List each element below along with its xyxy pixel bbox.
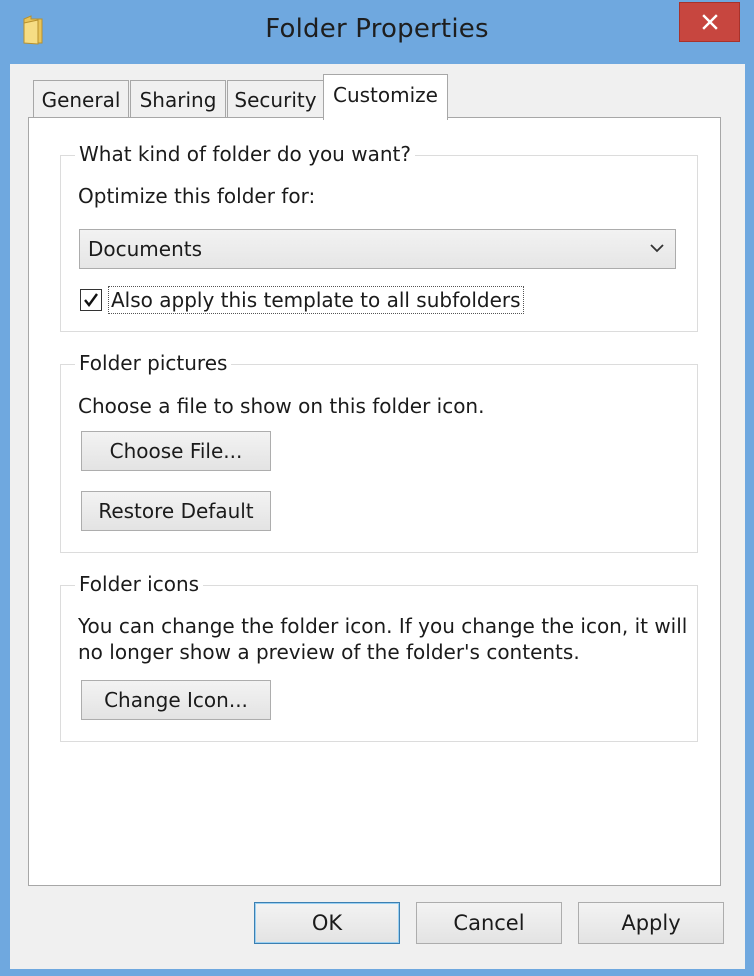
button-label: Change Icon... xyxy=(104,688,248,712)
change-icon-button[interactable]: Change Icon... xyxy=(81,680,271,720)
checkmark-icon xyxy=(84,293,98,307)
group-title: What kind of folder do you want? xyxy=(75,142,415,166)
restore-default-button[interactable]: Restore Default xyxy=(81,491,271,531)
close-button[interactable] xyxy=(679,2,740,42)
group-title: Folder icons xyxy=(75,572,204,596)
folder-pictures-description: Choose a file to show on this folder ico… xyxy=(78,394,485,418)
tab-security[interactable]: Security xyxy=(227,80,324,118)
optimize-label: Optimize this folder for: xyxy=(78,184,316,208)
folder-icons-description-line-2: no longer show a preview of the folder's… xyxy=(78,640,580,664)
cancel-button[interactable]: Cancel xyxy=(416,902,562,944)
chevron-down-icon xyxy=(650,244,664,253)
tab-general[interactable]: General xyxy=(33,80,129,118)
properties-window: Folder Properties General Sharing Securi… xyxy=(0,0,754,976)
customize-tab-panel: What kind of folder do you want? Optimiz… xyxy=(28,117,721,886)
tab-label: General xyxy=(41,87,121,112)
button-label: Apply xyxy=(621,911,681,935)
button-label: Restore Default xyxy=(98,499,254,523)
choose-file-button[interactable]: Choose File... xyxy=(81,431,271,471)
tab-sharing[interactable]: Sharing xyxy=(130,80,226,118)
ok-button[interactable]: OK xyxy=(254,902,400,944)
dropdown-value: Documents xyxy=(88,237,203,261)
tab-label: Sharing xyxy=(139,87,217,112)
subfolders-checkbox-label[interactable]: Also apply this template to all subfolde… xyxy=(108,286,524,314)
subfolders-checkbox[interactable] xyxy=(80,289,102,311)
tab-label: Security xyxy=(234,87,317,112)
tab-label: Customize xyxy=(333,82,438,107)
close-icon xyxy=(701,14,718,30)
apply-button[interactable]: Apply xyxy=(578,902,724,944)
tab-customize[interactable]: Customize xyxy=(323,74,448,120)
group-title: Folder pictures xyxy=(75,351,232,375)
button-label: OK xyxy=(311,911,343,935)
folder-icons-description-line-1: You can change the folder icon. If you c… xyxy=(78,614,688,638)
title-bar[interactable]: Folder Properties xyxy=(0,0,754,64)
button-label: Cancel xyxy=(453,911,525,935)
button-label: Choose File... xyxy=(109,439,243,463)
folder-type-dropdown[interactable]: Documents xyxy=(79,229,676,269)
window-title: Folder Properties xyxy=(265,14,489,44)
